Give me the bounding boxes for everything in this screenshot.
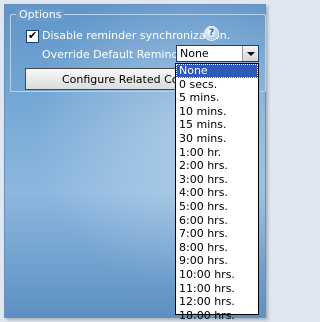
chevron-down-icon[interactable] [242, 46, 258, 61]
dropdown-option[interactable]: 10 mins. [176, 105, 258, 119]
override-reminder-value: None [180, 47, 209, 60]
dropdown-option[interactable]: 8:00 hrs. [176, 241, 258, 255]
dropdown-option[interactable]: 18:00 hrs. [176, 309, 258, 322]
override-reminder-dropdown-list[interactable]: None 0 secs. 5 mins. 10 mins. 15 mins. 30 min… [175, 63, 259, 322]
options-group-title: Options [16, 9, 65, 21]
disable-sync-label[interactable]: Disable reminder synchronization. [42, 29, 230, 42]
dropdown-option[interactable]: None [176, 64, 258, 78]
dropdown-option[interactable]: 15 mins. [176, 118, 258, 132]
override-reminder-select[interactable]: None [176, 45, 259, 62]
disable-sync-checkbox[interactable]: ✔ [26, 29, 39, 43]
override-reminder-label: Override Default Reminder [42, 48, 190, 61]
help-icon[interactable]: ? [204, 26, 219, 41]
dropdown-option[interactable]: 10:00 hrs. [176, 268, 258, 282]
configure-related-button[interactable]: Configure Related Cont [25, 68, 176, 90]
dropdown-option[interactable]: 3:00 hrs. [176, 173, 258, 187]
check-mark-icon: ✔ [28, 29, 38, 42]
dropdown-option[interactable]: 6:00 hrs. [176, 214, 258, 228]
dropdown-option[interactable]: 30 mins. [176, 132, 258, 146]
dropdown-option[interactable]: 11:00 hrs. [176, 282, 258, 296]
dropdown-option[interactable]: 12:00 hrs. [176, 295, 258, 309]
configure-related-button-label: Configure Related Cont [62, 73, 176, 86]
dropdown-option[interactable]: 4:00 hrs. [176, 186, 258, 200]
dropdown-option[interactable]: 9:00 hrs. [176, 254, 258, 268]
dropdown-option[interactable]: 5 mins. [176, 91, 258, 105]
dropdown-option[interactable]: 7:00 hrs. [176, 227, 258, 241]
dropdown-option[interactable]: 2:00 hrs. [176, 159, 258, 173]
dropdown-option[interactable]: 0 secs. [176, 78, 258, 92]
dropdown-option[interactable]: 5:00 hrs. [176, 200, 258, 214]
dropdown-option[interactable]: 1:00 hr. [176, 146, 258, 160]
